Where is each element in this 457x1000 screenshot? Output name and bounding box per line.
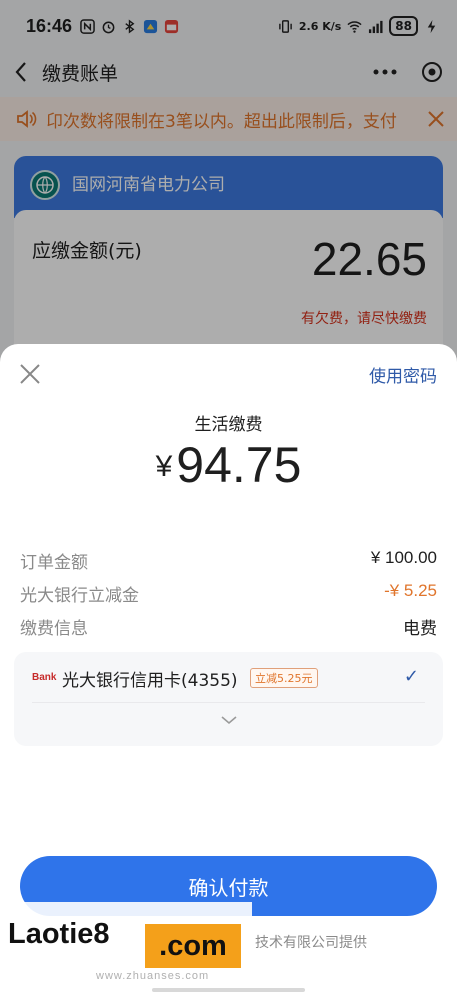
payment-amount: ¥94.75 <box>0 436 457 494</box>
payment-info-value: 电费 <box>403 619 437 639</box>
discount-row: 光大银行立减金 -¥ 5.25 <box>20 581 437 606</box>
close-icon[interactable] <box>18 362 42 386</box>
chevron-down-icon[interactable] <box>219 710 239 730</box>
watermark-text: Laotie8 <box>8 918 110 950</box>
promo-badge: 立减5.25元 <box>250 668 318 688</box>
payment-amount-value: 94.75 <box>176 437 302 493</box>
discount-label: 光大银行立减金 <box>20 586 139 606</box>
use-password-link[interactable]: 使用密码 <box>369 362 437 387</box>
order-amount-label: 订单金额 <box>20 553 88 573</box>
payment-card-name: 光大银行信用卡(4355) <box>62 671 238 691</box>
order-amount-row: 订单金额 ¥ 100.00 <box>20 548 437 573</box>
checkmark-icon: ✓ <box>403 666 419 687</box>
payment-info-row: 缴费信息 电费 <box>20 614 437 639</box>
provider-text: 技术有限公司提供 <box>255 935 367 951</box>
payment-title: 生活缴费 <box>194 415 263 435</box>
watermark-subtext: www.zhuanses.com <box>96 970 210 982</box>
payment-method-box[interactable]: Bank 光大银行信用卡(4355) 立减5.25元 ✓ <box>14 652 443 746</box>
ceb-bank-logo: Bank <box>32 672 57 683</box>
home-indicator[interactable] <box>152 988 305 992</box>
order-amount-value: ¥ 100.00 <box>370 548 437 567</box>
currency-symbol: ¥ <box>155 450 173 483</box>
discount-value: -¥ 5.25 <box>384 581 437 600</box>
payment-info-label: 缴费信息 <box>20 619 88 639</box>
watermark-domain: .com <box>145 924 241 968</box>
divider <box>32 702 425 703</box>
